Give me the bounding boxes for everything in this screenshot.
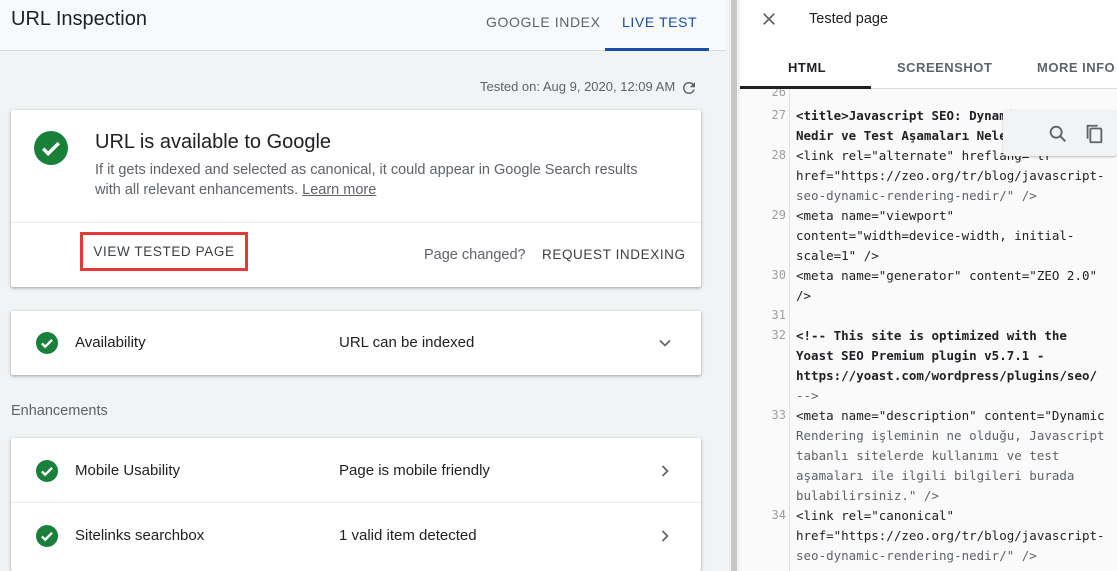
code-line: <title>Javascript SEO: Dynamic <box>796 108 1022 123</box>
line-number: 30 <box>771 268 786 282</box>
page-title: URL Inspection <box>11 8 147 30</box>
close-icon[interactable] <box>760 10 778 28</box>
line-number: 32 <box>771 328 786 342</box>
enhancement-row-mobile-usability[interactable]: Mobile Usability Page is mobile friendly <box>11 438 701 503</box>
line-number: 34 <box>771 508 786 522</box>
html-code-viewer[interactable]: 26 27 28 29 30 31 32 33 34 <title>Javasc… <box>740 89 1117 571</box>
check-circle-icon <box>36 460 58 482</box>
tab-screenshot[interactable]: SCREENSHOT <box>897 60 992 75</box>
tab-live-test[interactable]: LIVE TEST <box>622 14 697 51</box>
line-number: 31 <box>771 308 786 322</box>
code-line: --> <box>796 388 819 403</box>
tested-page-panel: Tested page HTML SCREENSHOT MORE INFO 26… <box>740 0 1117 571</box>
search-icon[interactable] <box>1047 123 1069 145</box>
scrollbar-thumb[interactable] <box>731 0 737 571</box>
tab-html[interactable]: HTML <box>788 60 826 75</box>
code-line: /> <box>796 288 812 303</box>
code-toolbar <box>1003 110 1117 156</box>
enhancement-row-sitelinks-searchbox[interactable]: Sitelinks searchbox 1 valid item detecte… <box>11 503 701 568</box>
url-inspection-pane: URL Inspection GOOGLE INDEX LIVE TEST Te… <box>0 0 726 571</box>
page-changed-label: Page changed? <box>424 247 526 263</box>
enhancement-value: 1 valid item detected <box>339 527 477 544</box>
code-line: scale=1" /> <box>796 248 879 263</box>
code-line: aşamaları ile ilgili bilgileri burada <box>796 468 1075 483</box>
enhancement-value: Page is mobile friendly <box>339 462 490 479</box>
learn-more-link[interactable]: Learn more <box>302 182 376 198</box>
code-line: <meta name="description" content="Dynami… <box>796 408 1105 423</box>
code-line: Rendering işleminin ne olduğu, Javascrip… <box>796 428 1105 443</box>
availability-label: Availability <box>75 334 146 351</box>
line-number: 28 <box>771 148 786 162</box>
code-tag: <title> <box>796 108 849 123</box>
active-tab-indicator <box>605 48 709 51</box>
enhancements-card: Mobile Usability Page is mobile friendly… <box>11 438 701 571</box>
tested-on-timestamp: Tested on: Aug 9, 2020, 12:09 AM <box>480 79 676 94</box>
code-line: https://yoast.com/wordpress/plugins/seo/ <box>796 368 1098 383</box>
code-line: <meta name="viewport" <box>796 208 955 223</box>
chevron-right-icon[interactable] <box>655 526 675 546</box>
chevron-right-icon[interactable] <box>655 461 675 481</box>
check-circle-icon <box>34 131 68 165</box>
code-line: href="https://zeo.org/tr/blog/javascript… <box>796 168 1105 183</box>
request-indexing-button[interactable]: REQUEST INDEXING <box>542 247 686 262</box>
line-number: 26 <box>771 89 786 99</box>
tab-google-index[interactable]: GOOGLE INDEX <box>486 14 601 51</box>
code-line: Nedir ve Test Aşamaları Nelerd <box>796 128 1022 143</box>
line-number: 27 <box>771 108 786 122</box>
copy-icon[interactable] <box>1083 122 1105 146</box>
view-tested-page-button[interactable]: VIEW TESTED PAGE <box>80 232 248 271</box>
enhancement-label: Mobile Usability <box>75 462 181 479</box>
availability-value: URL can be indexed <box>339 334 475 351</box>
code-line: tabanlı sitelerde kullanımı ve test <box>796 448 1060 463</box>
chevron-down-icon[interactable] <box>655 333 675 353</box>
enhancements-heading: Enhancements <box>11 403 108 419</box>
availability-row[interactable]: Availability URL can be indexed <box>11 311 701 375</box>
code-line: Yoast SEO Premium plugin v5.7.1 - <box>796 348 1045 363</box>
status-description: If it gets indexed and selected as canon… <box>95 160 665 200</box>
tab-more-info[interactable]: MORE INFO <box>1037 60 1115 75</box>
code-line: content="width=device-width, initial- <box>796 228 1075 243</box>
code-line: bulabilirsiniz." /> <box>796 488 939 503</box>
availability-summary-card: URL is available to Google If it gets in… <box>11 110 701 287</box>
top-bar: URL Inspection GOOGLE INDEX LIVE TEST <box>0 0 726 51</box>
code-line: seo-dynamic-rendering-nedir/" /> <box>796 548 1037 563</box>
code-line: <!-- This site is optimized with the <box>796 328 1067 343</box>
check-circle-icon <box>36 525 58 547</box>
code-line: href="https://zeo.org/tr/blog/javascript… <box>796 528 1105 543</box>
code-line: seo-dynamic-rendering-nedir/" /> <box>796 188 1037 203</box>
code-line: <link rel="canonical" <box>796 508 955 523</box>
code-text: Javascript SEO: Dynamic <box>848 108 1022 123</box>
code-line: <meta name="generator" content="ZEO 2.0" <box>796 268 1098 283</box>
panel-title: Tested page <box>809 11 889 27</box>
status-title: URL is available to Google <box>95 131 332 153</box>
line-number: 29 <box>771 208 786 222</box>
check-circle-icon <box>36 332 58 354</box>
enhancement-label: Sitelinks searchbox <box>75 527 205 544</box>
line-number: 33 <box>771 408 786 422</box>
divider <box>11 222 701 223</box>
refresh-icon[interactable] <box>680 79 698 97</box>
